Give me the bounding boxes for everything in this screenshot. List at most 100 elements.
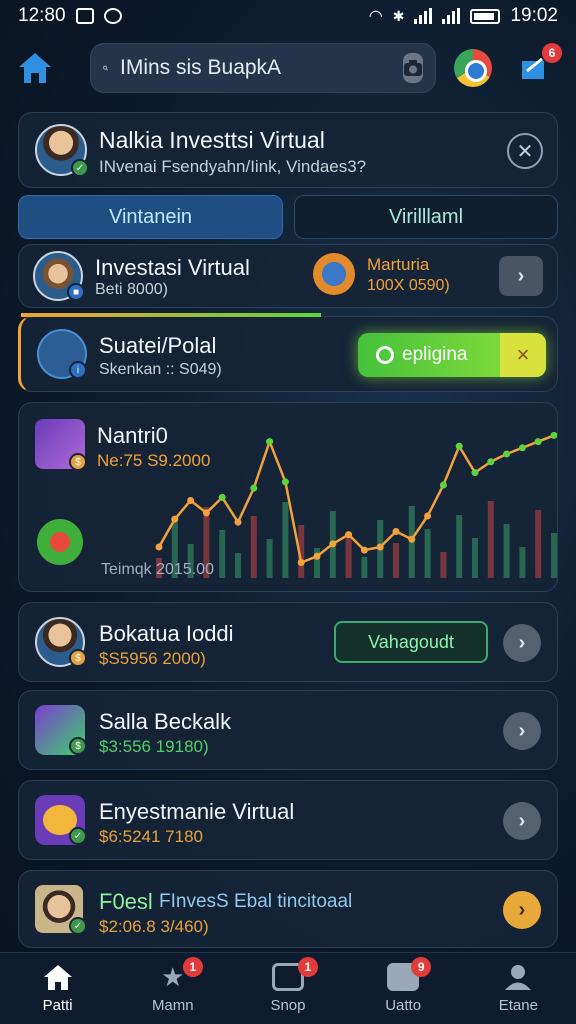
- progress-line: [21, 313, 321, 317]
- data-point: [281, 478, 289, 486]
- close-button[interactable]: ✕: [507, 133, 543, 169]
- close-icon: ✕: [516, 140, 534, 163]
- verified-badge-icon: ✓: [69, 827, 87, 845]
- coin-icon: [376, 346, 394, 364]
- nav-item-etane[interactable]: Etane: [468, 953, 568, 1024]
- list-item-suatei[interactable]: i Suatei/Polal Skenkan :: S049) epligina…: [18, 313, 558, 392]
- secondary-action-button[interactable]: Vahagoudt: [334, 621, 488, 663]
- account-header-card[interactable]: ✓ Nalkia Investtsi Virtual INvenai Fsend…: [18, 112, 558, 188]
- list-item-bokatua[interactable]: $ Bokatua Ioddi $S5956 2000) Vahagoudt ›: [18, 602, 558, 682]
- camera-search-button[interactable]: [403, 53, 423, 83]
- candle-bar: [361, 557, 368, 578]
- sync-status-icon: [103, 8, 122, 24]
- data-point: [329, 540, 337, 548]
- status-bar: 12:80 ◠ ✱ 19:02: [0, 0, 576, 32]
- action-button[interactable]: epligina ×: [358, 333, 546, 377]
- messages-button[interactable]: 6: [518, 43, 562, 85]
- chart-title: Nantri0: [97, 423, 168, 448]
- list-item-enyest[interactable]: ✓ Enyestmanie Virtual $6:5241 7180 ›: [18, 780, 558, 860]
- chevron-right-icon: ›: [518, 719, 526, 742]
- data-point: [376, 543, 384, 551]
- battery-icon: [470, 8, 501, 24]
- nav-label: Snop: [270, 997, 306, 1014]
- item-title: Salla Beckalk: [99, 709, 232, 734]
- nav-label: Mamn: [151, 997, 194, 1014]
- top-bar: 6: [0, 32, 576, 104]
- nav-item-mamn[interactable]: ★ 1 Mamn: [123, 953, 223, 1024]
- chevron-right-icon: ›: [518, 809, 526, 832]
- candle-bar: [440, 552, 447, 578]
- nav-label: Etane: [498, 997, 538, 1014]
- chart-sub: Ne:75 S9.2000: [97, 451, 211, 470]
- signal-icon-2: [442, 8, 461, 24]
- item-sub: $S5956 2000): [99, 649, 206, 668]
- candle-bar: [282, 502, 289, 578]
- chevron-right-icon: ›: [518, 631, 526, 654]
- open-button[interactable]: ›: [503, 802, 541, 840]
- search-bar[interactable]: [90, 43, 436, 93]
- home-icon: [43, 965, 72, 990]
- item-title-a: F0esl: [99, 889, 153, 914]
- list-item-salla[interactable]: $ Salla Beckalk $3:556 19180) ›: [18, 690, 558, 770]
- search-input[interactable]: [120, 56, 391, 80]
- candle-bar: [487, 501, 494, 578]
- coin-badge-icon: $: [69, 649, 87, 667]
- list-item-foesl[interactable]: ✓ F0esl FInvesS Ebal tincitoaal $2:06.8 …: [18, 870, 558, 948]
- tab-virilllaml[interactable]: Virilllaml: [294, 195, 558, 239]
- bottom-nav: Patti ★ 1 Mamn 1 Snop 9 Uatto Etane: [0, 952, 576, 1024]
- nav-badge: 1: [297, 956, 318, 977]
- list-item-investasi[interactable]: ■ Investasi Virtual Beti 8000) Marturia …: [18, 244, 558, 308]
- nav-badge: 1: [182, 956, 203, 977]
- data-point: [392, 528, 400, 535]
- browser-icon[interactable]: [454, 49, 492, 87]
- open-button[interactable]: ›: [503, 891, 541, 929]
- chart-caption: Teimqk 2015.00: [101, 561, 214, 578]
- data-point: [408, 535, 416, 543]
- open-button[interactable]: ›: [499, 256, 543, 296]
- dismiss-icon[interactable]: ×: [500, 333, 546, 377]
- chevron-right-icon: ›: [517, 264, 525, 287]
- item-title: Enyestmanie Virtual: [99, 799, 295, 824]
- item-title: Suatei/Polal: [99, 333, 217, 358]
- right-sub: 100X 0590): [367, 277, 450, 294]
- item-sub: $2:06.8 3/460): [99, 917, 209, 936]
- data-point: [313, 552, 321, 560]
- open-button[interactable]: ›: [503, 624, 541, 662]
- camera-status-icon: [75, 8, 94, 24]
- nav-item-snop[interactable]: 1 Snop: [238, 953, 338, 1024]
- data-point: [503, 450, 511, 458]
- data-point: [171, 515, 179, 523]
- nav-badge: 9: [411, 956, 432, 977]
- candle-bar: [456, 515, 463, 578]
- candle-bar: [519, 547, 526, 578]
- item-sub: Beti 8000): [95, 281, 168, 298]
- data-point: [360, 546, 368, 554]
- data-point: [424, 512, 432, 520]
- nav-item-uatto[interactable]: 9 Uatto: [353, 953, 453, 1024]
- data-point: [518, 444, 526, 452]
- data-point: [455, 442, 463, 450]
- candle-bar: [551, 533, 557, 578]
- series-line: [157, 434, 555, 565]
- wifi-icon: ◠: [368, 8, 383, 25]
- verified-badge-icon: ✓: [71, 159, 89, 177]
- home-button[interactable]: [14, 47, 56, 89]
- item-sub: $6:5241 7180: [99, 827, 203, 846]
- tab-vintanein[interactable]: Vintanein: [18, 195, 283, 239]
- item-sub: Skenkan :: S049): [99, 361, 222, 378]
- candle-bar: [235, 553, 241, 578]
- data-point: [534, 438, 542, 446]
- data-point: [218, 493, 226, 501]
- item-title: Bokatua Ioddi: [99, 621, 234, 646]
- right-title: Marturia: [367, 255, 430, 274]
- chevron-right-icon: ›: [518, 898, 526, 921]
- candle-bar: [472, 538, 478, 578]
- candle-bar: [266, 539, 273, 578]
- open-button[interactable]: ›: [503, 712, 541, 750]
- candle-bar: [424, 529, 431, 578]
- nav-item-patti[interactable]: Patti: [8, 953, 108, 1024]
- candle-bar: [503, 524, 510, 578]
- signal-icon: [414, 8, 433, 24]
- messages-badge: 6: [542, 43, 562, 63]
- chart-card[interactable]: $ Nantri0 Ne:75 S9.2000 Teimqk 2015.00: [18, 402, 558, 592]
